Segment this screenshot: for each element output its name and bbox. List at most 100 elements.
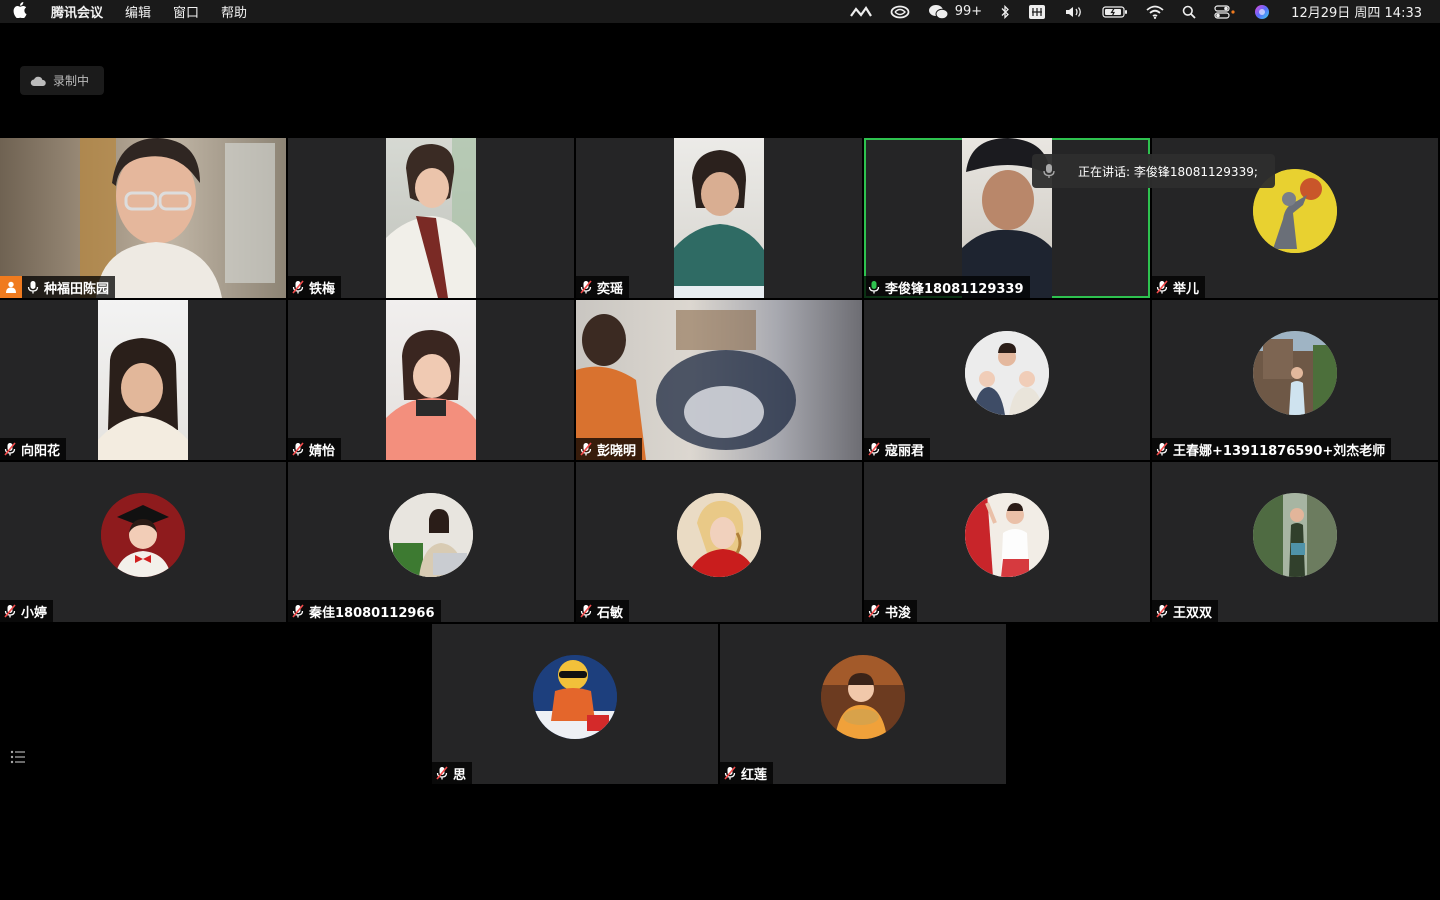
participant-name: 秦佳18080112966 xyxy=(309,605,435,621)
speaking-indicator: 正在讲话: 李俊锋18081129339; xyxy=(1032,154,1275,188)
participant-name: 石敏 xyxy=(597,605,624,621)
control-center-icon[interactable] xyxy=(1214,4,1236,19)
participant-tile-13[interactable]: 石敏 xyxy=(576,462,862,622)
participant-avatar xyxy=(389,493,473,577)
apple-menu-icon[interactable] xyxy=(0,1,40,22)
participant-tile-17[interactable]: 红莲 xyxy=(720,624,1006,784)
wifi-icon[interactable] xyxy=(1146,5,1164,19)
recording-indicator[interactable]: 录制中 xyxy=(20,66,104,95)
participant-tile-15[interactable]: 王双双 xyxy=(1152,462,1438,622)
participant-name-tag: 小婷 xyxy=(0,600,54,622)
participant-name: 王双双 xyxy=(1173,605,1213,621)
participant-name-tag: 王双双 xyxy=(1152,600,1219,622)
microphone-muted-icon xyxy=(292,280,304,294)
participant-name: 种福田陈园 xyxy=(44,281,110,297)
participant-avatar xyxy=(101,493,185,577)
microphone-muted-icon xyxy=(292,442,304,456)
participant-tile-9[interactable]: 寇丽君 xyxy=(864,300,1150,460)
input-method-icon[interactable] xyxy=(1028,4,1046,20)
participant-avatar xyxy=(965,331,1049,415)
microphone-muted-icon xyxy=(1156,442,1168,456)
spotlight-search-icon[interactable] xyxy=(1182,5,1196,19)
participant-name-tag: 向阳花 xyxy=(0,438,67,460)
meeting-tray-icon[interactable] xyxy=(849,5,872,18)
participant-tile-1[interactable]: 种福田陈园 xyxy=(0,138,286,298)
participant-avatar xyxy=(533,655,617,739)
participant-avatar xyxy=(1253,493,1337,577)
participant-avatar xyxy=(965,493,1049,577)
speaking-text: 正在讲话: 李俊锋18081129339; xyxy=(1078,164,1258,179)
microphone-muted-icon xyxy=(868,442,880,456)
participant-name: 王春娜+13911876590+刘杰老师 xyxy=(1173,443,1386,459)
siri-icon[interactable] xyxy=(1254,4,1270,20)
participant-tile-12[interactable]: 秦佳18080112966 xyxy=(288,462,574,622)
participant-name-tag: 思 xyxy=(432,762,473,784)
wechat-icon[interactable]: 99+ xyxy=(928,4,982,20)
participant-video xyxy=(576,300,862,460)
participant-video xyxy=(0,138,286,298)
microphone-muted-icon xyxy=(868,604,880,618)
participant-tile-8[interactable]: 彭晓明 xyxy=(576,300,862,460)
microphone-muted-icon xyxy=(436,766,448,780)
participant-name: 思 xyxy=(453,767,467,783)
menu-help[interactable]: 帮助 xyxy=(210,2,258,21)
participant-tile-2[interactable]: 铁梅 xyxy=(288,138,574,298)
menu-bar: 腾讯会议 编辑 窗口 帮助 99+ 12月29日 周四 14:33 xyxy=(0,0,1440,23)
participant-name: 寇丽君 xyxy=(885,443,925,459)
participant-name-tag: 举儿 xyxy=(1152,276,1206,298)
participant-name: 红莲 xyxy=(741,767,768,783)
microphone-muted-icon xyxy=(1156,604,1168,618)
battery-icon[interactable] xyxy=(1102,5,1128,18)
cloud-record-icon xyxy=(30,76,46,86)
microphone-icon xyxy=(27,281,39,294)
participant-tile-10[interactable]: 王春娜+13911876590+刘杰老师 xyxy=(1152,300,1438,460)
participant-name-tag: 婧怡 xyxy=(288,438,342,460)
microphone-muted-icon xyxy=(724,766,736,780)
participant-name: 向阳花 xyxy=(21,443,61,459)
menu-clock[interactable]: 12月29日 周四 14:33 xyxy=(1291,2,1422,21)
participant-tile-6[interactable]: 向阳花 xyxy=(0,300,286,460)
participant-video xyxy=(98,300,188,460)
bluetooth-icon[interactable] xyxy=(1000,4,1010,19)
participant-avatar xyxy=(821,655,905,739)
participant-name: 书浚 xyxy=(885,605,912,621)
microphone-muted-icon xyxy=(580,442,592,456)
participant-video xyxy=(674,138,764,298)
participant-name: 小婷 xyxy=(21,605,48,621)
participant-name-tag: 寇丽君 xyxy=(864,438,931,460)
participant-video xyxy=(386,138,476,298)
participant-tile-3[interactable]: 奕瑶 xyxy=(576,138,862,298)
participant-name-tag: 书浚 xyxy=(864,600,918,622)
participant-name-tag: 种福田陈园 xyxy=(0,276,116,298)
participant-tile-11[interactable]: 小婷 xyxy=(0,462,286,622)
microphone-muted-icon xyxy=(292,604,304,618)
participant-name-tag: 奕瑶 xyxy=(576,276,630,298)
microphone-speaking-icon xyxy=(868,281,880,294)
menu-edit[interactable]: 编辑 xyxy=(114,2,162,21)
participant-name-tag: 彭晓明 xyxy=(576,438,643,460)
microphone-muted-icon xyxy=(1156,280,1168,294)
participant-name-tag: 李俊锋18081129339 xyxy=(864,276,1030,298)
participant-name: 铁梅 xyxy=(309,281,336,297)
participant-avatar xyxy=(1253,331,1337,415)
member-list-icon[interactable] xyxy=(6,745,30,769)
participant-name: 李俊锋18081129339 xyxy=(885,281,1024,297)
participant-video xyxy=(386,300,476,460)
microphone-muted-icon xyxy=(580,604,592,618)
participant-name-tag: 石敏 xyxy=(576,600,630,622)
menu-window[interactable]: 窗口 xyxy=(162,2,210,21)
recording-label: 录制中 xyxy=(53,74,90,88)
creative-cloud-icon[interactable] xyxy=(890,5,910,19)
participant-tile-7[interactable]: 婧怡 xyxy=(288,300,574,460)
participant-name-tag: 红莲 xyxy=(720,762,774,784)
volume-icon[interactable] xyxy=(1064,5,1084,19)
participant-name: 奕瑶 xyxy=(597,281,624,297)
participant-name: 彭晓明 xyxy=(597,443,637,459)
menu-app-name[interactable]: 腾讯会议 xyxy=(40,2,114,21)
host-icon xyxy=(0,276,22,298)
participant-tile-16[interactable]: 思 xyxy=(432,624,718,784)
participant-name-tag: 王春娜+13911876590+刘杰老师 xyxy=(1152,438,1392,460)
wechat-badge: 99+ xyxy=(954,4,983,19)
participant-tile-14[interactable]: 书浚 xyxy=(864,462,1150,622)
participant-name-tag: 秦佳18080112966 xyxy=(288,600,441,622)
